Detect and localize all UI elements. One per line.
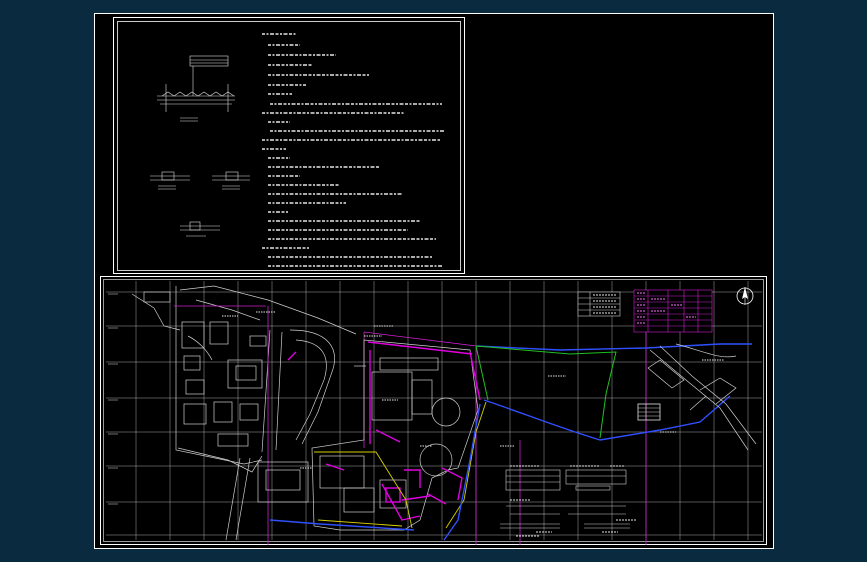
- sheet-border: [94, 13, 774, 549]
- legend-block: [577, 291, 621, 317]
- equipment-table: [633, 289, 713, 333]
- cad-viewport[interactable]: [0, 0, 867, 562]
- drawing-canvas[interactable]: [0, 0, 867, 562]
